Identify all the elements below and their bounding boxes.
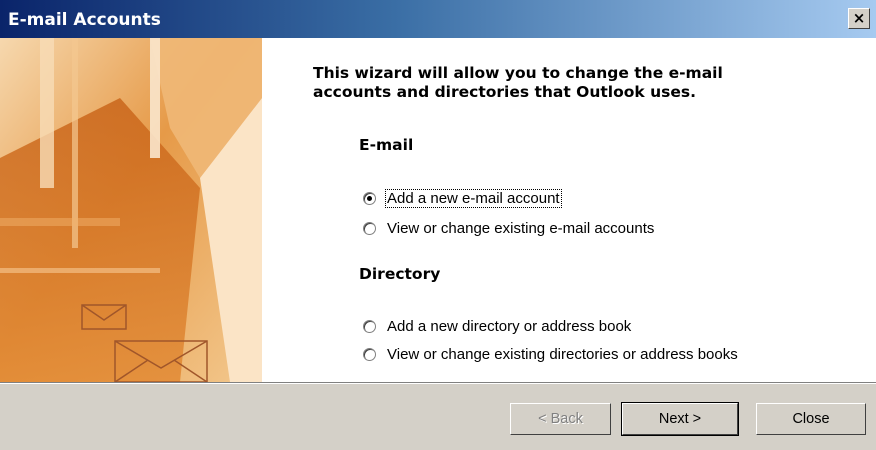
back-button[interactable]: < Back (510, 403, 611, 435)
radio-label: Add a new e-mail account (385, 188, 562, 208)
radio-button-selected[interactable] (363, 191, 376, 205)
radio-label: Add a new directory or address book (387, 317, 632, 335)
close-icon: × (852, 9, 866, 27)
intro-line-2: accounts and directories that Outlook us… (313, 83, 697, 101)
radio-button[interactable] (363, 221, 376, 235)
window-title: E-mail Accounts (8, 10, 161, 30)
wizard-intro: This wizard will allow you to change the… (313, 64, 833, 102)
radio-button[interactable] (363, 319, 376, 333)
next-button[interactable]: Next > (621, 402, 739, 436)
radio-button[interactable] (363, 347, 376, 361)
email-section-heading: E-mail (359, 136, 414, 154)
radio-add-directory[interactable]: Add a new directory or address book (363, 316, 632, 336)
radio-view-email-accounts[interactable]: View or change existing e-mail accounts (363, 218, 655, 238)
email-accounts-dialog: E-mail Accounts × This wizard will allow… (0, 0, 876, 450)
radio-view-directories[interactable]: View or change existing directories or a… (363, 344, 739, 364)
title-bar[interactable]: E-mail Accounts × (0, 0, 876, 38)
radio-label: View or change existing e-mail accounts (387, 219, 655, 237)
directory-section-heading: Directory (359, 265, 441, 283)
radio-add-email-account[interactable]: Add a new e-mail account (363, 188, 562, 208)
close-window-button[interactable]: × (848, 8, 870, 29)
wizard-content: This wizard will allow you to change the… (0, 38, 876, 382)
close-button[interactable]: Close (756, 403, 866, 435)
radio-label: View or change existing directories or a… (387, 345, 738, 363)
wizard-illustration (0, 38, 262, 382)
footer-divider (0, 382, 876, 384)
intro-line-1: This wizard will allow you to change the… (313, 64, 723, 82)
